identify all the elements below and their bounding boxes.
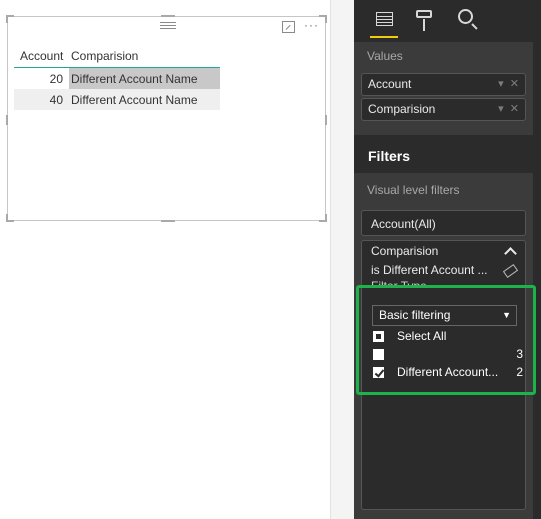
chevron-down-icon[interactable]: ▾: [498, 78, 504, 90]
table-header: Account Comparision: [14, 45, 220, 68]
column-header-account[interactable]: Account: [14, 49, 69, 63]
pane-divider: [330, 0, 354, 519]
filters-title: Filters: [354, 135, 533, 173]
filter-type-value: Basic filtering: [379, 308, 451, 322]
values-label: Values: [367, 49, 403, 63]
checkbox-partial[interactable]: [373, 331, 384, 342]
report-canvas: ··· Account Comparision 20 Different Acc…: [0, 0, 330, 519]
resize-handle-top-left[interactable]: [6, 15, 8, 23]
checkbox-checked[interactable]: [373, 367, 384, 378]
resize-handle-top[interactable]: [161, 15, 175, 17]
table-cell: 40: [49, 92, 63, 107]
value-field-account[interactable]: Account ▾ ✕: [361, 73, 526, 96]
filter-card-title: Comparision: [371, 244, 439, 258]
filter-option-select-all[interactable]: Select All: [373, 329, 523, 345]
filter-card-account[interactable]: Account(All): [361, 210, 526, 236]
resize-handle-left[interactable]: [6, 115, 8, 125]
option-label: Different Account...: [397, 365, 499, 379]
table-visual[interactable]: ··· Account Comparision 20 Different Acc…: [6, 15, 327, 222]
close-icon[interactable]: ✕: [510, 103, 519, 115]
resize-handle-bottom-right[interactable]: [325, 214, 327, 222]
filter-summary: is Different Account ...: [371, 263, 488, 277]
more-options-icon[interactable]: ···: [304, 18, 319, 32]
tab-format[interactable]: [411, 6, 439, 36]
column-header-comparision[interactable]: Comparision: [69, 45, 220, 67]
checkbox-unchecked[interactable]: [373, 349, 384, 360]
field-label: Comparision: [368, 102, 436, 116]
analytics-icon: [458, 9, 473, 24]
table-cell: Different Account Name: [69, 68, 220, 89]
field-controls[interactable]: ▾ ✕: [498, 74, 519, 95]
filter-type-label: Filter Type: [371, 279, 427, 285]
table-cell: 20: [49, 71, 63, 86]
option-count: 2: [516, 365, 523, 379]
tab-analytics[interactable]: [454, 6, 482, 36]
data-table: Account Comparision 20 Different Account…: [14, 45, 220, 110]
resize-handle-right[interactable]: [325, 115, 327, 125]
fields-icon: [376, 12, 393, 26]
filter-option-different-account[interactable]: Different Account... 2: [373, 365, 523, 381]
field-controls[interactable]: ▾ ✕: [498, 99, 519, 120]
tab-fields[interactable]: [370, 6, 398, 38]
dropdown-arrow-icon: ▼: [502, 310, 511, 320]
option-count: 3: [516, 347, 523, 361]
filters-body: Visual level filters Account(All) Compar…: [354, 173, 533, 519]
option-label: Select All: [397, 329, 447, 343]
format-roller-icon: [416, 10, 432, 31]
drag-grip-icon[interactable]: [160, 22, 176, 30]
filter-option-blank[interactable]: 3: [373, 347, 523, 363]
table-row[interactable]: 20 Different Account Name: [14, 68, 220, 89]
resize-handle-bottom-left[interactable]: [6, 214, 8, 222]
chevron-up-icon[interactable]: [504, 247, 517, 260]
filter-card-comparision[interactable]: Comparision is Different Account ... Fil…: [361, 240, 526, 510]
eraser-icon[interactable]: [502, 263, 519, 279]
focus-mode-icon[interactable]: [282, 21, 295, 33]
table-cell: Different Account Name: [71, 92, 198, 107]
value-field-comparision[interactable]: Comparision ▾ ✕: [361, 98, 526, 121]
chevron-down-icon[interactable]: ▾: [498, 103, 504, 115]
table-row[interactable]: 40 Different Account Name: [14, 89, 220, 110]
pane-tab-bar: [362, 0, 537, 42]
visualizations-pane: Values Account ▾ ✕ Comparision ▾ ✕ Filte…: [354, 0, 541, 519]
filter-type-select[interactable]: Basic filtering ▼: [372, 305, 517, 326]
filter-card-title: Account(All): [371, 217, 436, 231]
close-icon[interactable]: ✕: [510, 78, 519, 90]
values-well: Values Account ▾ ✕ Comparision ▾ ✕: [354, 42, 533, 135]
resize-handle-bottom[interactable]: [161, 220, 175, 222]
visual-level-filters-label: Visual level filters: [367, 183, 460, 197]
resize-handle-top-right[interactable]: [325, 15, 327, 23]
field-label: Account: [368, 77, 412, 91]
